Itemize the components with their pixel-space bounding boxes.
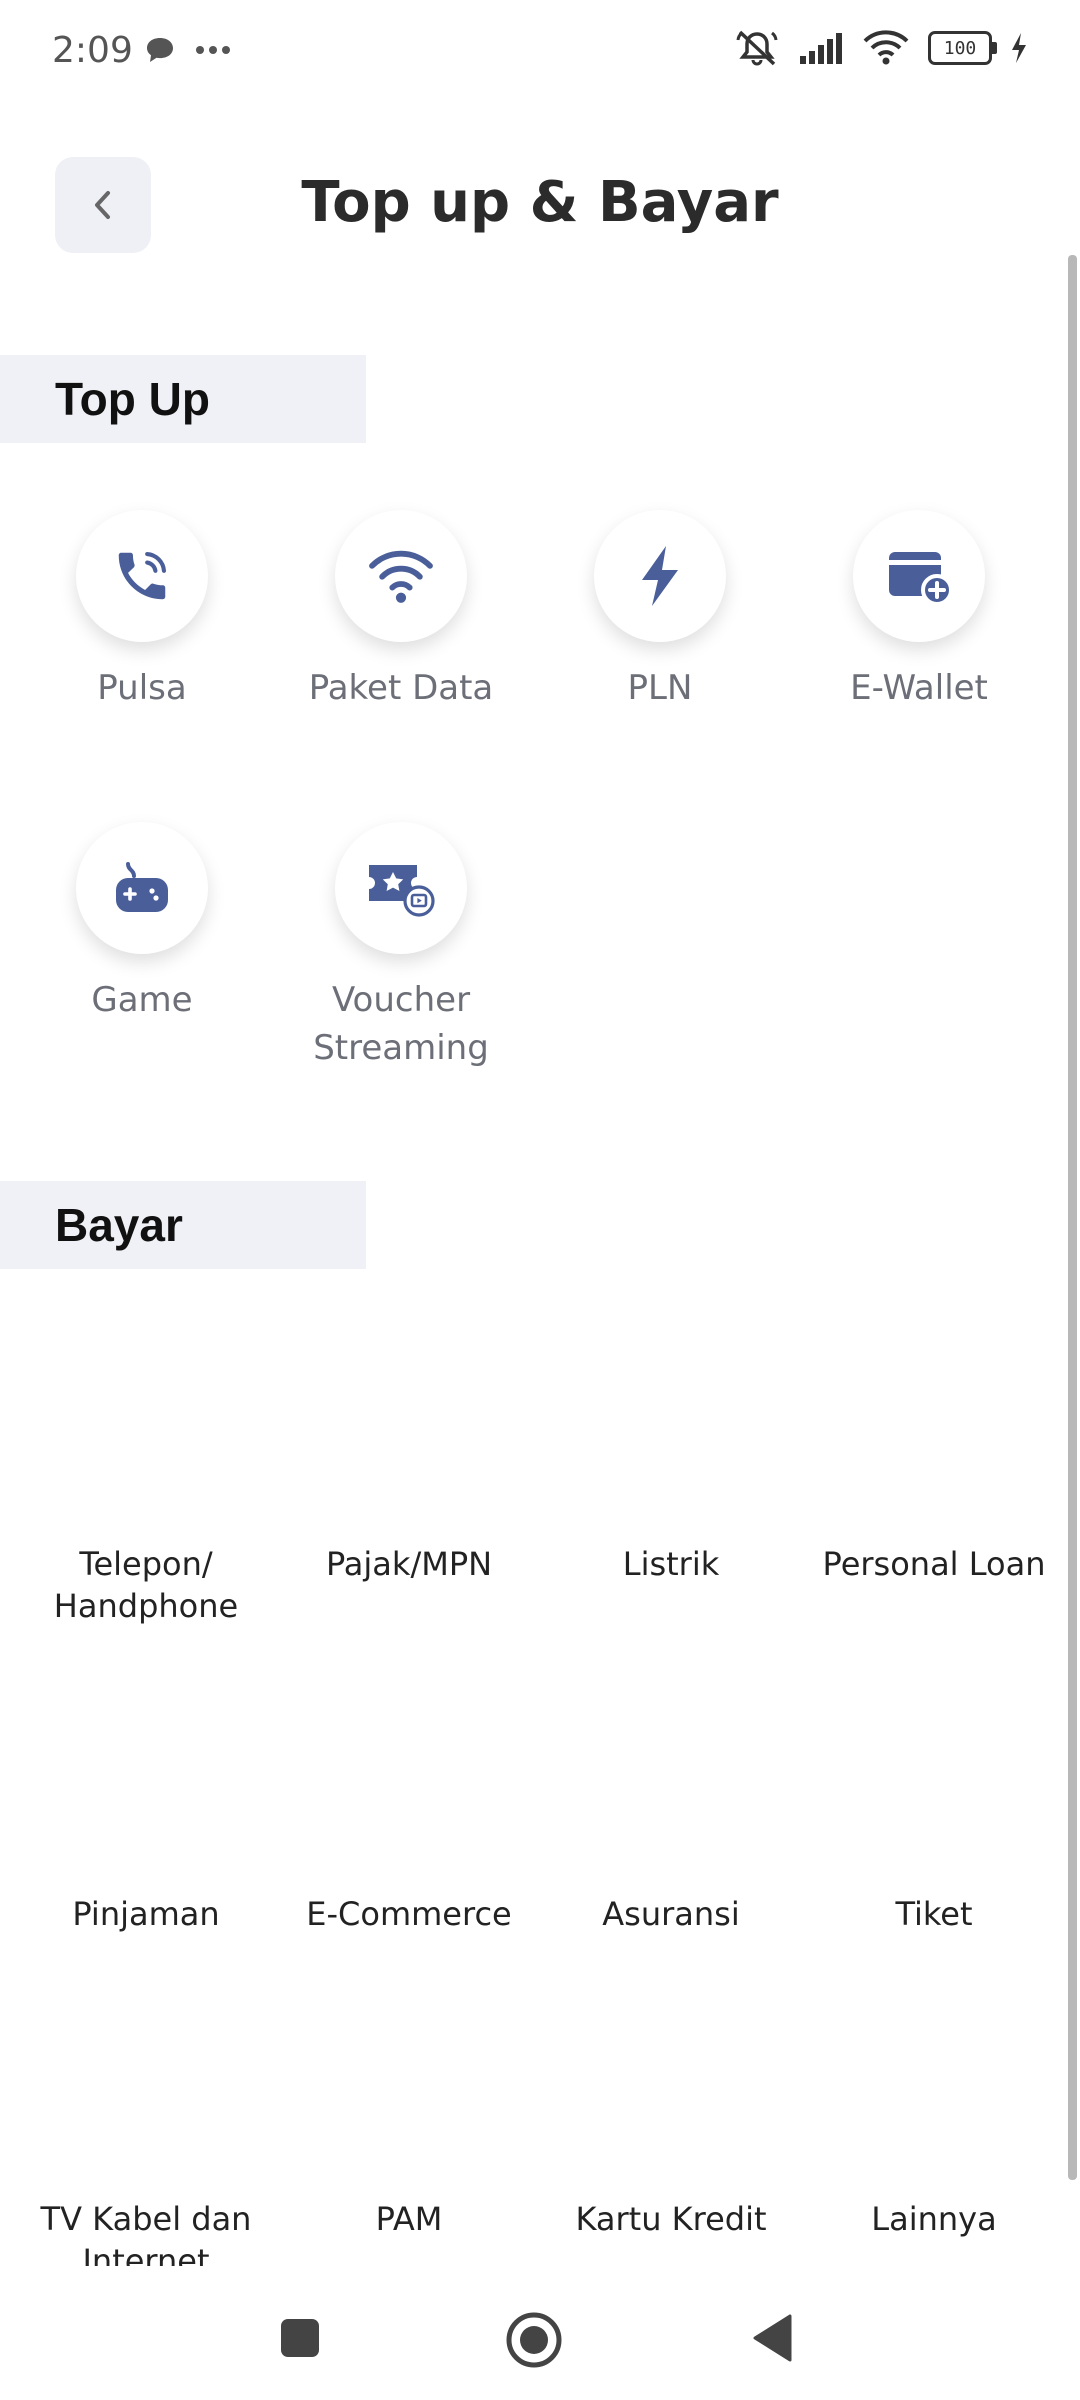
wallet-icon <box>889 552 953 606</box>
charging-icon <box>1012 33 1026 63</box>
navigation-bar <box>0 2268 1080 2400</box>
phone-icon <box>118 551 167 600</box>
bayar-item-tiket[interactable]: Tiket <box>803 1893 1065 1935</box>
back-nav-button[interactable] <box>742 2308 802 2368</box>
gamepad-icon <box>116 862 168 912</box>
topup-item-pulsa[interactable]: Pulsa <box>12 510 272 712</box>
topup-item-e-wallet[interactable]: E-Wallet <box>789 510 1049 712</box>
topup-item-voucher-streaming[interactable]: Voucher Streaming <box>271 822 531 1072</box>
page-title: Top up & Bayar <box>301 170 779 235</box>
home-button[interactable] <box>502 2308 566 2372</box>
bayar-item-lainnya[interactable]: Lainnya <box>803 2198 1065 2240</box>
bayar-item-e-commerce[interactable]: E-Commerce <box>278 1893 540 1935</box>
chat-icon <box>147 38 173 62</box>
recent-apps-button[interactable] <box>270 2308 330 2368</box>
bayar-item-telepon[interactable]: Telepon/ Handphone <box>15 1543 277 1627</box>
topup-item-paket-data[interactable]: Paket Data <box>271 510 531 712</box>
bayar-section-heading: Bayar <box>0 1181 366 1269</box>
bayar-item-asuransi[interactable]: Asuransi <box>540 1893 802 1935</box>
topup-item-pln[interactable]: PLN <box>530 510 790 712</box>
bayar-item-tv-kabel[interactable]: TV Kabel dan Internet <box>15 2198 277 2266</box>
status-time: 2:09 <box>52 30 133 71</box>
home-circle-icon <box>506 2312 562 2368</box>
bayar-row-clip: TV Kabel dan Internet PAM Kartu Kredit L… <box>0 2190 1080 2266</box>
wifi-icon <box>369 550 433 603</box>
battery-icon: 100 <box>928 31 997 65</box>
bayar-item-listrik[interactable]: Listrik <box>540 1543 802 1585</box>
signal-icon <box>800 33 842 64</box>
topup-item-game[interactable]: Game <box>12 822 272 1024</box>
topup-section-heading: Top Up <box>0 355 366 443</box>
bayar-item-personal-loan[interactable]: Personal Loan <box>803 1543 1065 1585</box>
lightning-icon <box>642 546 678 606</box>
square-icon <box>281 2319 319 2357</box>
more-dots-icon <box>196 46 230 54</box>
bayar-item-pam[interactable]: PAM <box>278 2198 540 2240</box>
voucher-icon <box>369 865 435 917</box>
bayar-item-pajak[interactable]: Pajak/MPN <box>278 1543 540 1585</box>
bayar-item-kartu-kredit[interactable]: Kartu Kredit <box>540 2198 802 2240</box>
triangle-back-icon <box>753 2314 792 2362</box>
mute-icon <box>736 30 778 66</box>
scrollbar[interactable] <box>1068 255 1077 2180</box>
wifi-icon <box>863 30 909 65</box>
status-bar: 2:09 100 <box>0 0 1080 110</box>
bayar-item-pinjaman[interactable]: Pinjaman <box>15 1893 277 1935</box>
